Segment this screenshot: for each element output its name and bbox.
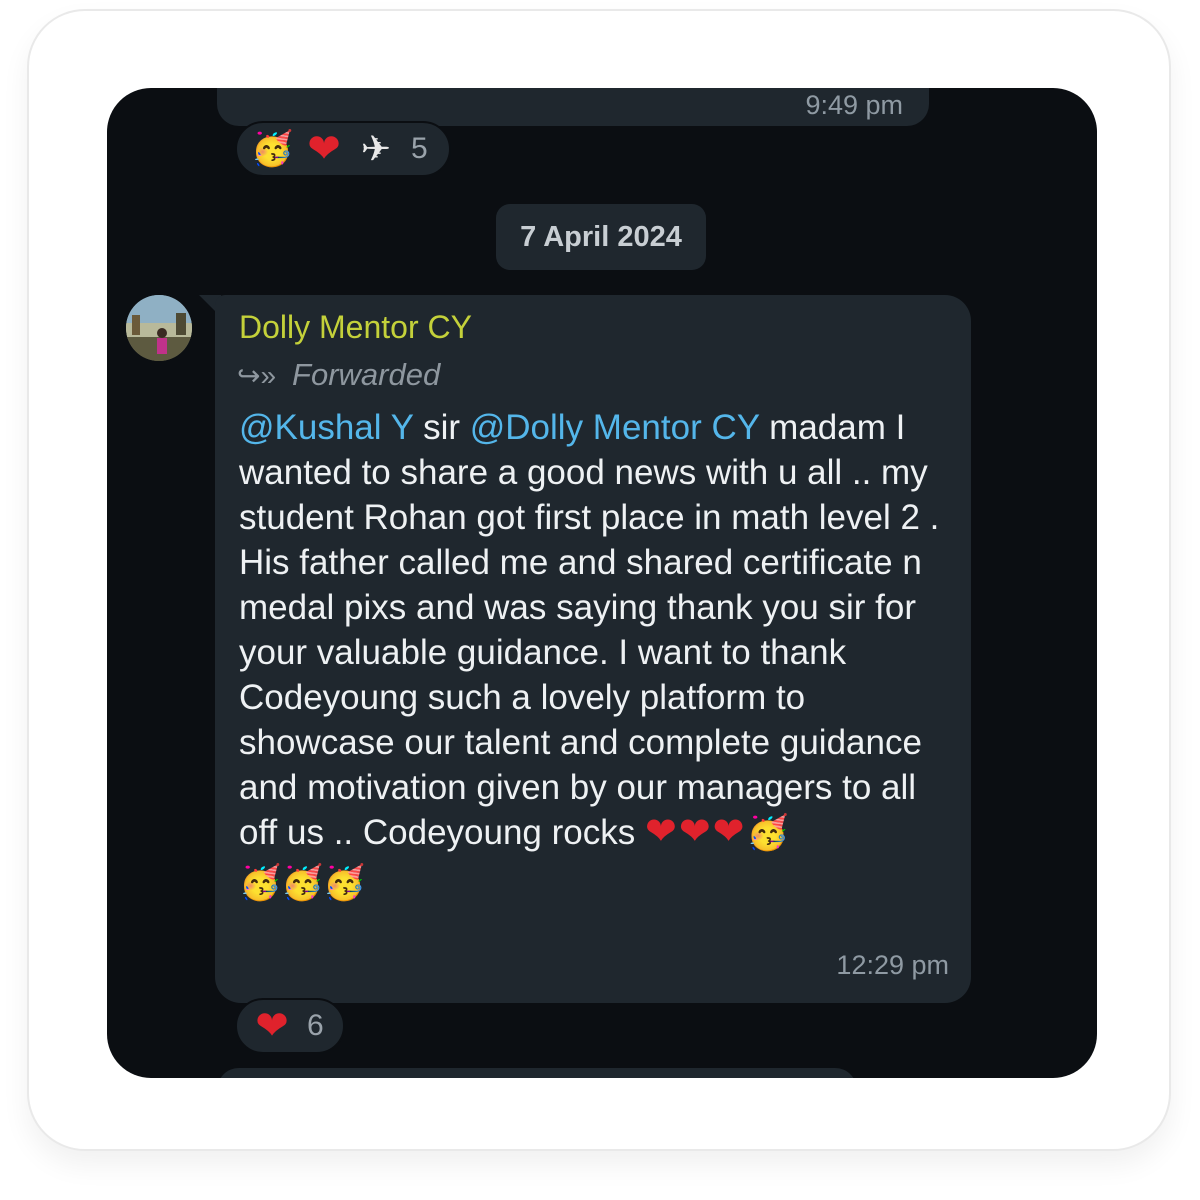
mention-dolly[interactable]: @Dolly Mentor CY xyxy=(470,408,760,447)
message-text-segment-2: madam I wanted to share a good news with… xyxy=(239,408,940,852)
forwarded-indicator: ↪» Forwarded xyxy=(237,357,440,393)
party-face-icon: 🥳 xyxy=(746,814,789,852)
message-time: 12:29 pm xyxy=(836,950,949,980)
reaction-count: 5 xyxy=(411,132,428,165)
message-reactions[interactable]: ❤ 6 xyxy=(235,998,345,1054)
red-heart-icon: ❤ xyxy=(255,1003,289,1049)
forward-arrow-icon: ↪» xyxy=(237,359,277,391)
forwarded-label: Forwarded xyxy=(292,357,441,392)
trailing-emoji-row: 🥳🥳🥳 xyxy=(239,859,959,904)
next-message-bubble[interactable] xyxy=(217,1068,857,1078)
reaction-count: 6 xyxy=(307,1009,324,1042)
red-heart-icon: ❤❤❤ xyxy=(644,811,747,853)
avatar-photo-icon xyxy=(126,295,192,361)
message-text-segment-1: sir xyxy=(413,408,470,447)
party-face-icon: 🥳 xyxy=(281,864,324,902)
message-bubble[interactable]: Dolly Mentor CY ↪» Forwarded @Kushal Y s… xyxy=(215,295,971,1003)
party-face-icon: 🥳 xyxy=(251,129,294,169)
chat-screen: 9:49 pm 🥳 ❤ ✈ 5 7 April 2024 Dolly Mento… xyxy=(107,88,1097,1078)
airplane-icon: ✈ xyxy=(360,128,392,170)
party-face-icon: 🥳 xyxy=(239,864,282,902)
previous-message-reactions[interactable]: 🥳 ❤ ✈ 5 xyxy=(235,121,451,177)
message-text: @Kushal Y sir @Dolly Mentor CY madam I w… xyxy=(239,405,959,904)
date-separator: 7 April 2024 xyxy=(496,204,706,270)
previous-message-time: 9:49 pm xyxy=(805,90,903,120)
red-heart-icon: ❤ xyxy=(307,126,341,172)
sender-avatar[interactable] xyxy=(126,295,192,361)
screenshot-card: 9:49 pm 🥳 ❤ ✈ 5 7 April 2024 Dolly Mento… xyxy=(27,9,1171,1151)
sender-name[interactable]: Dolly Mentor CY xyxy=(239,309,472,346)
party-face-icon: 🥳 xyxy=(323,864,366,902)
mention-kushal[interactable]: @Kushal Y xyxy=(239,408,413,447)
